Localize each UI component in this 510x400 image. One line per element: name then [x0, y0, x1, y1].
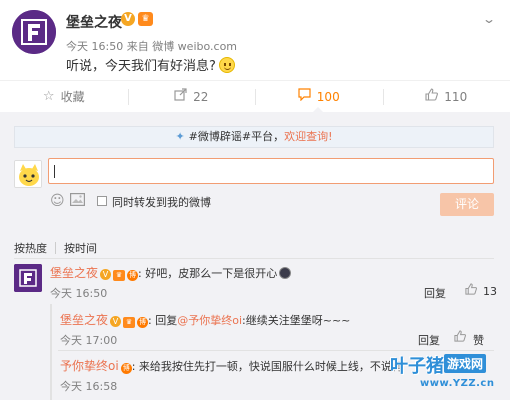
verified-icon: V [100, 269, 112, 280]
post-text: 听说，今天我们有好消息? [66, 55, 235, 74]
reply-button[interactable]: 回复 [418, 332, 440, 348]
post-author-name[interactable]: 堡垒之夜 [66, 12, 122, 32]
fortnite-logo-icon [14, 264, 42, 292]
crown-icon: ♛ [123, 317, 136, 328]
sticker-icon [279, 267, 292, 279]
like-count: 110 [444, 89, 468, 104]
comment-icon [298, 88, 311, 105]
star-icon: ☆ [42, 89, 55, 104]
watermark-url: www.YZZ.cn [420, 378, 495, 389]
verified-icon: V [110, 316, 122, 327]
verified-icon: V [121, 12, 135, 26]
notice-link[interactable]: 欢迎查询! [284, 130, 332, 143]
fortnite-logo-icon [12, 10, 56, 54]
post-action-bar: ☆ 收藏 22 100 110 [0, 80, 510, 112]
post-text-content: 听说，今天我们有好消息? [66, 59, 216, 74]
emoji-picker-icon[interactable]: ☺ [50, 193, 65, 209]
share-icon [174, 88, 187, 105]
site-watermark: 叶子猪 游戏网 www.YZZ.cn [390, 352, 508, 398]
comment-author[interactable]: 堡垒之夜 [50, 266, 98, 280]
reply-text: :继续关注堡堡呀~~~ [242, 314, 351, 327]
reply-author[interactable]: 予你挚终oi [60, 359, 119, 373]
comment-avatar[interactable] [14, 264, 42, 292]
tab-sort-time[interactable]: 按时间 [64, 240, 97, 256]
watermark-main: 叶子猪 [390, 356, 444, 377]
smile-emoji-icon [218, 57, 235, 73]
favorite-label: 收藏 [60, 90, 85, 104]
comment-count: 100 [316, 89, 340, 104]
divider [58, 350, 494, 351]
comment-text: : 好吧，皮那么一下是很开心 [138, 267, 278, 280]
submit-comment-button[interactable]: 评论 [440, 193, 494, 216]
reply-author[interactable]: 堡垒之夜 [60, 313, 108, 327]
mention-link[interactable]: @予你挚终oi [177, 314, 242, 327]
repost-count: 22 [193, 89, 209, 104]
text-cursor [54, 165, 55, 178]
image-upload-icon[interactable] [70, 193, 86, 210]
divider [14, 258, 494, 259]
like-label[interactable]: 赞 [473, 332, 484, 348]
tab-sort-hot[interactable]: 按热度 [14, 240, 47, 256]
reply-prefix: : 回复 [148, 314, 178, 327]
divider [55, 242, 56, 254]
current-user-avatar [14, 160, 42, 188]
reply-button[interactable]: 回复 [424, 285, 446, 301]
author-avatar[interactable] [12, 10, 56, 54]
reply-body: 予你挚终oi 博: 来给我按住先打一顿，快说国服什么时候上线，不说再 [60, 357, 410, 374]
thumb-up-icon [425, 88, 439, 105]
megaphone-icon: ✦ [175, 130, 185, 143]
comment-sort-tabs: 按热度 按时间 [14, 240, 97, 256]
favorite-button[interactable]: ☆ 收藏 [0, 81, 128, 112]
crown-icon: ♛ [113, 270, 126, 281]
cartoon-avatar-icon [15, 161, 41, 187]
author-badge-icon: 博 [127, 270, 139, 281]
reply-time: 今天 16:58 [60, 380, 118, 393]
reply-time: 今天 17:00 [60, 334, 118, 347]
thumb-up-icon[interactable] [465, 283, 477, 298]
rumor-notice-bar: ✦ #微博辟谣#平台，欢迎查询! [14, 126, 494, 148]
crown-icon: ♛ [138, 12, 153, 26]
repost-checkbox-label: 同时转发到我的微博 [112, 196, 211, 209]
notice-text: #微博辟谣#平台， [188, 130, 285, 143]
comment-like-count: 13 [483, 285, 497, 298]
reply-text: : 来给我按住先打一顿，快说国服什么时候上线，不说再 [131, 360, 403, 373]
comment-time: 今天 16:50 [50, 287, 108, 300]
author-badge-icon: 博 [137, 317, 149, 328]
chevron-down-icon[interactable]: ⌄ [482, 12, 496, 26]
post-meta: 今天 16:50 来自 微博 weibo.com [66, 40, 238, 53]
watermark-box: 游戏网 [444, 354, 487, 373]
repost-checkbox[interactable] [97, 196, 107, 206]
panel-notch [312, 107, 324, 113]
comment-body: 堡垒之夜 V ♛ 博: 好吧，皮那么一下是很开心 [50, 264, 292, 281]
like-button[interactable]: 110 [382, 81, 510, 112]
thumb-up-icon[interactable] [454, 330, 466, 345]
reply-body: 堡垒之夜 V ♛ 博: 回复@予你挚终oi:继续关注堡堡呀~~~ [60, 311, 350, 328]
repost-button[interactable]: 22 [127, 81, 256, 112]
comment-input[interactable] [48, 158, 494, 184]
author-badge-icon: 博 [120, 363, 132, 374]
